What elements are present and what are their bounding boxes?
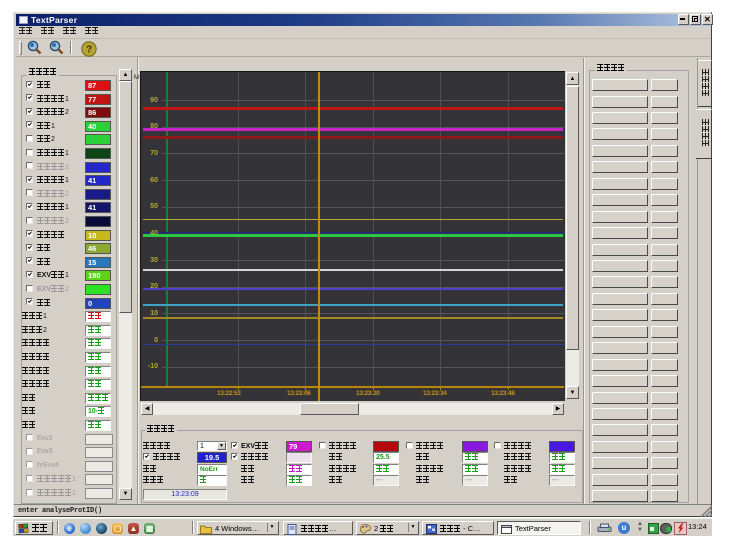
svg-text:?: ? xyxy=(86,44,92,55)
